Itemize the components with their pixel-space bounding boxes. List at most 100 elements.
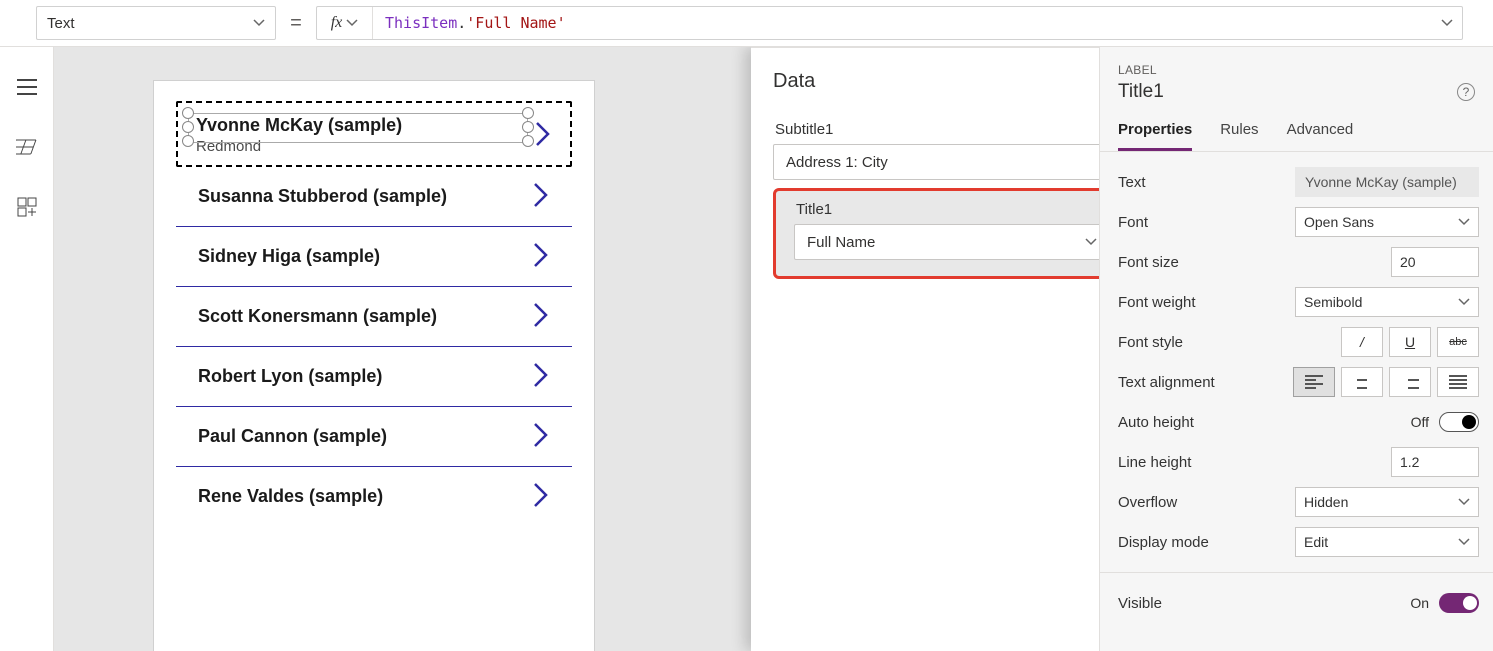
prop-displaymode-select[interactable]: Edit (1295, 527, 1479, 557)
help-icon[interactable]: ? (1457, 83, 1475, 101)
chevron-right-icon[interactable] (532, 301, 550, 332)
chevron-down-icon (1085, 236, 1097, 248)
gallery-title-label: Scott Konersmann (sample) (198, 306, 437, 327)
left-rail (0, 47, 54, 651)
insert-icon[interactable] (15, 195, 39, 219)
prop-overflow-value: Hidden (1304, 494, 1348, 510)
prop-visible-label: Visible (1118, 595, 1162, 612)
equals-label: = (286, 12, 306, 35)
prop-lineheight-input[interactable]: 1.2 (1391, 447, 1479, 477)
gallery-title-label: Robert Lyon (sample) (198, 366, 382, 387)
gallery-item[interactable]: Sidney Higa (sample) (176, 227, 572, 287)
gallery-item[interactable]: Susanna Stubberod (sample) (176, 167, 572, 227)
align-left-button[interactable] (1293, 367, 1335, 397)
prop-font-value: Open Sans (1304, 214, 1374, 230)
device-frame: Yvonne McKay (sample) Redmond Susann (154, 81, 594, 651)
chevron-right-icon[interactable] (532, 361, 550, 392)
data-panel-title: Data (773, 70, 815, 93)
tab-advanced[interactable]: Advanced (1287, 121, 1354, 151)
chevron-down-icon (1441, 17, 1453, 29)
formula-token-this: ThisItem (385, 14, 457, 32)
properties-panel: LABEL Title1 ? Properties Rules Advanced… (1099, 47, 1493, 651)
chevron-down-icon (1458, 296, 1470, 308)
prop-visible-state: On (1410, 595, 1429, 611)
align-justify-button[interactable] (1437, 367, 1479, 397)
prop-text-label: Text (1118, 174, 1146, 191)
tab-properties[interactable]: Properties (1118, 121, 1192, 151)
resize-handle[interactable] (182, 107, 194, 119)
prop-font-label: Font (1118, 214, 1148, 231)
main-area: Yvonne McKay (sample) Redmond Susann (0, 47, 1493, 651)
prop-font-select[interactable]: Open Sans (1295, 207, 1479, 237)
property-selector[interactable]: Text (36, 6, 276, 40)
chevron-right-icon[interactable] (534, 120, 552, 151)
subtitle-field-value: Address 1: City (786, 154, 888, 171)
resize-handle[interactable] (182, 135, 194, 147)
chevron-right-icon[interactable] (532, 421, 550, 452)
prop-fontweight-select[interactable]: Semibold (1295, 287, 1479, 317)
prop-autoheight-label: Auto height (1118, 414, 1194, 431)
gallery-title-label: Susanna Stubberod (sample) (198, 186, 447, 207)
resize-handle[interactable] (182, 121, 194, 133)
gallery-subtitle-label[interactable]: Redmond (196, 138, 402, 155)
resize-handle[interactable] (522, 135, 534, 147)
underline-button[interactable]: U (1389, 327, 1431, 357)
italic-button[interactable]: / (1341, 327, 1383, 357)
prop-fontsize-label: Font size (1118, 254, 1179, 271)
visible-toggle[interactable] (1439, 593, 1479, 613)
subtitle-field-select[interactable]: Address 1: City (773, 144, 1099, 180)
subtitle-field-label: Subtitle1 (775, 121, 1099, 138)
tab-rules[interactable]: Rules (1220, 121, 1258, 151)
prop-fontstyle-label: Font style (1118, 334, 1183, 351)
control-name-label: Title1 (1118, 81, 1164, 103)
canvas-pane: Yvonne McKay (sample) Redmond Susann (54, 47, 1099, 651)
formula-bar: Text = fx ThisItem.'Full Name' (0, 0, 1493, 47)
chevron-down-icon (253, 17, 265, 29)
align-right-button[interactable] (1389, 367, 1431, 397)
control-type-label: LABEL (1118, 63, 1475, 77)
prop-lineheight-label: Line height (1118, 454, 1191, 471)
prop-fontweight-label: Font weight (1118, 294, 1196, 311)
resize-handle[interactable] (522, 107, 534, 119)
section-divider (1100, 572, 1493, 573)
formula-input-wrap: fx ThisItem.'Full Name' (316, 6, 1463, 40)
prop-lineheight-value: 1.2 (1400, 454, 1419, 470)
prop-fontsize-input[interactable]: 20 (1391, 247, 1479, 277)
chevron-right-icon[interactable] (532, 481, 550, 512)
prop-overflow-label: Overflow (1118, 494, 1177, 511)
resize-handle[interactable] (522, 121, 534, 133)
chevron-down-icon (1458, 496, 1470, 508)
gallery-title-label: Rene Valdes (sample) (198, 486, 383, 507)
prop-autoheight-state: Off (1411, 414, 1429, 430)
tree-view-icon[interactable] (15, 135, 39, 159)
data-panel: Data Subtitle1 Address 1: City Title1 Fu… (751, 47, 1099, 651)
prop-fontsize-value: 20 (1400, 254, 1416, 270)
prop-fontweight-value: Semibold (1304, 294, 1362, 310)
autoheight-toggle[interactable] (1439, 412, 1479, 432)
title-field-select[interactable]: Full Name (794, 224, 1099, 260)
fx-button[interactable]: fx (317, 7, 373, 39)
formula-token-dot: . (457, 14, 466, 32)
property-selector-value: Text (47, 15, 75, 32)
chevron-down-icon (346, 17, 358, 29)
chevron-right-icon[interactable] (532, 241, 550, 272)
chevron-right-icon[interactable] (532, 181, 550, 212)
gallery-title-label: Sidney Higa (sample) (198, 246, 380, 267)
formula-expand-button[interactable] (1432, 17, 1462, 29)
title-field-value: Full Name (807, 234, 875, 251)
align-center-button[interactable] (1341, 367, 1383, 397)
hamburger-icon[interactable] (15, 75, 39, 99)
gallery-item[interactable]: Scott Konersmann (sample) (176, 287, 572, 347)
formula-input[interactable]: ThisItem.'Full Name' (373, 14, 1432, 32)
prop-displaymode-value: Edit (1304, 534, 1328, 550)
prop-overflow-select[interactable]: Hidden (1295, 487, 1479, 517)
prop-text-value[interactable]: Yvonne McKay (sample) (1295, 167, 1479, 197)
prop-textalign-label: Text alignment (1118, 374, 1215, 391)
gallery-item[interactable]: Robert Lyon (sample) (176, 347, 572, 407)
title-field-label: Title1 (796, 201, 1099, 218)
gallery-item[interactable]: Rene Valdes (sample) (176, 467, 572, 526)
strikethrough-button[interactable]: abc (1437, 327, 1479, 357)
gallery-item[interactable]: Paul Cannon (sample) (176, 407, 572, 467)
gallery-title-label[interactable]: Yvonne McKay (sample) (196, 115, 402, 136)
gallery-item-selected[interactable]: Yvonne McKay (sample) Redmond (176, 101, 572, 167)
